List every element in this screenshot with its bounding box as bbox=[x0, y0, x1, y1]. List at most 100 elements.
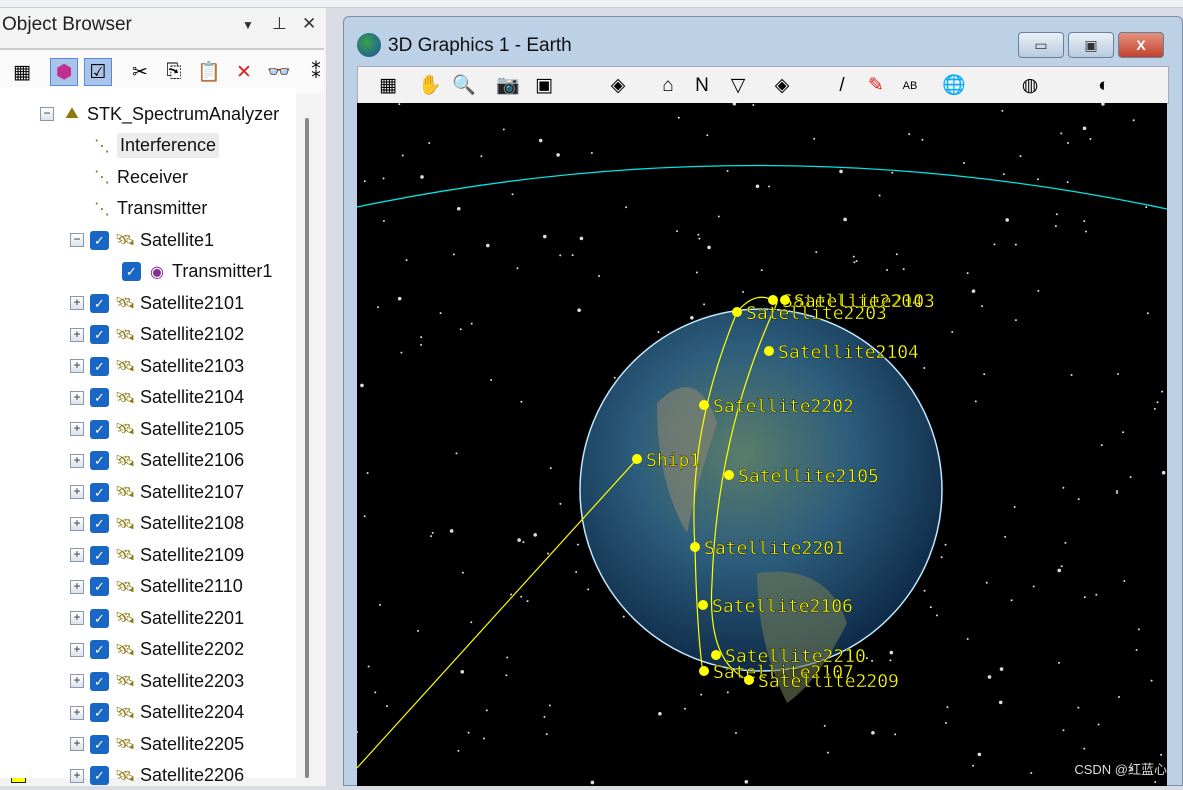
north-view-icon[interactable]: N bbox=[688, 72, 716, 100]
visibility-checkbox[interactable]: ✓ bbox=[90, 671, 109, 691]
satellite-marker[interactable] bbox=[724, 470, 734, 480]
tree-item[interactable]: + ✓ 🛰 Satellite2109 bbox=[70, 541, 244, 569]
3d-viewport[interactable]: Satellite2204 Satellite2103 Satellite2203 S… bbox=[357, 103, 1167, 786]
visibility-checkbox[interactable]: ✓ bbox=[90, 451, 109, 470]
globe-menu-icon[interactable]: 🌐 bbox=[940, 72, 968, 100]
expand-icon[interactable]: + bbox=[70, 737, 84, 751]
expand-icon[interactable]: + bbox=[70, 516, 84, 531]
tree-item[interactable]: + ✓ 🛰 Satellite2202 bbox=[70, 636, 244, 664]
expand-icon[interactable]: + bbox=[70, 548, 84, 562]
visibility-checkbox[interactable]: ✓ bbox=[90, 293, 109, 313]
collapse-icon[interactable]: − bbox=[70, 233, 84, 247]
tree-item[interactable]: ⋱ Receiver bbox=[90, 163, 188, 191]
cut-icon[interactable]: ✂ bbox=[126, 58, 154, 86]
close-button[interactable]: X bbox=[1118, 32, 1164, 58]
tree-item[interactable]: + ✓ 🛰 Satellite2101 bbox=[70, 289, 244, 317]
highlighter-icon[interactable]: / bbox=[828, 72, 856, 100]
expand-icon[interactable]: + bbox=[70, 296, 84, 310]
find-binoculars-icon[interactable]: 👓 bbox=[265, 58, 293, 86]
expand-icon[interactable]: + bbox=[70, 422, 84, 436]
expand-icon[interactable]: + bbox=[70, 705, 84, 720]
visibility-checkbox[interactable]: ✓ bbox=[90, 577, 109, 596]
visibility-checkbox[interactable]: ✓ bbox=[90, 766, 109, 785]
orient-down-icon[interactable]: ▽ bbox=[724, 72, 752, 100]
tree-item[interactable]: + ✓ 🛰 Satellite2105 bbox=[70, 415, 244, 443]
tree-item[interactable]: + ✓ 🛰 Satellite2206 bbox=[70, 762, 244, 790]
tree-item[interactable]: + ✓ 🛰 Satellite2204 bbox=[70, 699, 244, 727]
globe-layer-icon[interactable]: ◍ bbox=[1016, 72, 1044, 100]
dropdown-arrow-icon[interactable]: ▼ bbox=[242, 18, 254, 32]
tree-item[interactable]: + ✓ 🛰 Satellite2108 bbox=[70, 510, 244, 538]
expand-icon[interactable]: + bbox=[70, 611, 84, 625]
tree-item[interactable]: + ✓ 🛰 Satellite2201 bbox=[70, 604, 244, 632]
visibility-checkbox[interactable]: ✓ bbox=[90, 388, 109, 407]
snapshot-icon[interactable]: 📷 bbox=[494, 72, 522, 100]
satellite-marker[interactable] bbox=[732, 307, 742, 317]
globe-download-icon[interactable]: ◐ bbox=[1090, 72, 1118, 100]
visibility-checkbox[interactable]: ✓ bbox=[90, 514, 109, 533]
minimize-button[interactable]: ▭ bbox=[1018, 32, 1064, 58]
tree-item[interactable]: + ✓ 🛰 Satellite2102 bbox=[70, 321, 244, 349]
tree-scrollbar[interactable] bbox=[305, 118, 309, 778]
expand-icon[interactable]: + bbox=[70, 327, 84, 342]
tree-item[interactable]: − ✓ 🛰 Satellite1 bbox=[70, 226, 214, 254]
visibility-checkbox[interactable]: ✓ bbox=[90, 482, 109, 502]
view-to-icon[interactable]: ◈ bbox=[768, 72, 796, 100]
pan-hand-icon[interactable]: ✋ bbox=[416, 72, 444, 100]
satellite-marker[interactable] bbox=[698, 600, 708, 610]
zoom-icon[interactable]: 🔍 bbox=[450, 72, 478, 100]
satellite-marker[interactable] bbox=[744, 675, 754, 685]
expand-icon[interactable]: + bbox=[70, 674, 84, 688]
satellite-marker[interactable] bbox=[764, 346, 774, 356]
close-icon[interactable]: ✕ bbox=[302, 14, 316, 34]
tree-item[interactable]: + ✓ 🛰 Satellite2203 bbox=[70, 667, 244, 695]
properties-icon[interactable]: ▦ bbox=[8, 58, 36, 86]
delete-icon[interactable]: ✕ bbox=[230, 58, 258, 86]
visibility-checkbox[interactable]: ✓ bbox=[122, 262, 141, 281]
expand-icon[interactable]: + bbox=[70, 768, 84, 783]
tree-item[interactable]: ✓ ◉ Transmitter1 bbox=[122, 258, 272, 286]
measure-ab-icon[interactable]: AB bbox=[896, 72, 924, 100]
satellite-marker[interactable] bbox=[699, 400, 709, 410]
pin-icon[interactable]: ⊥ bbox=[272, 14, 287, 34]
tree-item[interactable]: ⋱ Interference bbox=[90, 132, 220, 160]
satellite-marker[interactable] bbox=[690, 542, 700, 552]
tree-item[interactable]: + ✓ 🛰 Satellite2110 bbox=[70, 573, 243, 601]
visibility-checkbox[interactable]: ✓ bbox=[90, 230, 109, 250]
satellite-marker[interactable] bbox=[699, 666, 709, 676]
paste-icon[interactable]: 📋 bbox=[195, 58, 223, 86]
expand-icon[interactable]: + bbox=[70, 359, 84, 373]
visibility-checkbox[interactable]: ✓ bbox=[90, 640, 109, 659]
view-from-icon[interactable]: ◈ bbox=[604, 72, 632, 100]
tree-item[interactable]: + ✓ 🛰 Satellite2205 bbox=[70, 730, 244, 758]
color-legend-icon[interactable]: ⬢ bbox=[50, 58, 78, 86]
tree-item[interactable]: + ✓ 🛰 Satellite2104 bbox=[70, 384, 244, 412]
visibility-checkbox[interactable]: ✓ bbox=[90, 734, 109, 754]
pencil-icon[interactable]: ✎ bbox=[862, 72, 890, 100]
tree-item[interactable]: + ✓ 🛰 Satellite2106 bbox=[70, 447, 244, 475]
expand-icon[interactable]: + bbox=[70, 453, 84, 468]
scene-canvas[interactable]: Satellite2204Satellite2103Satellite2203S… bbox=[357, 103, 1167, 786]
restore-button[interactable]: ▣ bbox=[1068, 32, 1114, 58]
properties-icon[interactable]: ▦ bbox=[374, 72, 402, 100]
tree-item[interactable]: − ⛰ STK_SpectrumAnalyzer bbox=[40, 100, 279, 128]
expand-icon[interactable]: + bbox=[70, 485, 84, 499]
tree-item[interactable]: ⋱ Transmitter bbox=[90, 195, 207, 223]
visibility-checkbox[interactable]: ✓ bbox=[90, 545, 109, 565]
tree-item[interactable]: + ✓ 🛰 Satellite2103 bbox=[70, 352, 244, 380]
satellite-marker[interactable] bbox=[632, 454, 642, 464]
visibility-checkbox[interactable]: ✓ bbox=[90, 325, 109, 344]
expand-icon[interactable]: + bbox=[70, 390, 84, 405]
overflow-icon[interactable]: ⁑ bbox=[302, 58, 330, 86]
visibility-checkbox[interactable]: ✓ bbox=[90, 356, 109, 376]
home-view-icon[interactable]: ⌂ bbox=[654, 72, 682, 100]
copy-icon[interactable]: ⎘ bbox=[160, 58, 188, 86]
record-movie-icon[interactable]: ▣ bbox=[530, 72, 558, 100]
visibility-checkbox[interactable]: ✓ bbox=[90, 419, 109, 439]
visibility-checkbox[interactable]: ✓ bbox=[90, 703, 109, 722]
checkbox-toggle-icon[interactable]: ☑ bbox=[84, 58, 112, 86]
expand-icon[interactable]: + bbox=[70, 579, 84, 594]
expand-icon[interactable]: + bbox=[70, 642, 84, 657]
visibility-checkbox[interactable]: ✓ bbox=[90, 608, 109, 628]
tree-item[interactable]: + ✓ 🛰 Satellite2107 bbox=[70, 478, 244, 506]
